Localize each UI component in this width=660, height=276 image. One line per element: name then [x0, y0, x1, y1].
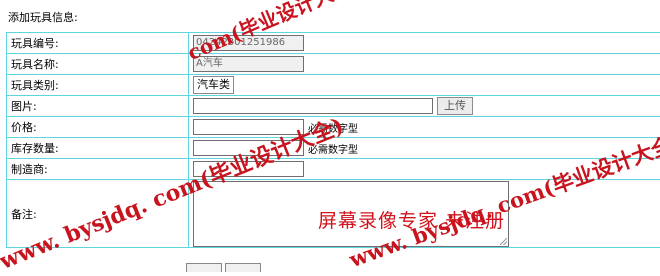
form-row-image: 图片: 上传	[7, 96, 660, 117]
stock-input[interactable]	[193, 140, 304, 156]
toy-category-cell: 汽车类	[189, 75, 660, 96]
form-actions	[186, 262, 264, 275]
price-label: 价格:	[7, 117, 189, 138]
toy-category-select[interactable]: 汽车类	[193, 76, 234, 94]
form-row-toy-category: 玩具类别: 汽车类	[7, 75, 660, 96]
manufacturer-input[interactable]	[193, 161, 304, 177]
toy-id-input[interactable]: 04242301251986	[193, 35, 304, 51]
form-row-price: 价格: 必需数字型	[7, 117, 660, 138]
toy-category-label: 玩具类别:	[7, 75, 189, 96]
form-row-stock: 库存数量: 必需数字型	[7, 138, 660, 159]
submit-button[interactable]	[186, 263, 222, 272]
reset-button[interactable]	[225, 263, 261, 272]
stock-hint: 必需数字型	[308, 145, 358, 156]
manufacturer-cell	[189, 159, 660, 180]
upload-button[interactable]: 上传	[437, 97, 473, 115]
image-path-input[interactable]	[193, 98, 433, 114]
toy-name-label: 玩具名称:	[7, 54, 189, 75]
price-input[interactable]	[193, 119, 304, 135]
page-title: 添加玩具信息:	[8, 9, 78, 25]
manufacturer-label: 制造商:	[7, 159, 189, 180]
toy-id-cell: 04242301251986	[189, 33, 660, 54]
form-row-manufacturer: 制造商:	[7, 159, 660, 180]
price-cell: 必需数字型	[189, 117, 660, 138]
toy-name-cell: A汽车	[189, 54, 660, 75]
stock-cell: 必需数字型	[189, 138, 660, 159]
notes-label: 备注:	[7, 180, 189, 248]
toy-name-input[interactable]: A汽车	[193, 56, 304, 72]
recorder-watermark: 屏幕录像专家 未注册	[318, 206, 505, 233]
form-row-toy-id: 玩具编号: 04242301251986	[7, 33, 660, 54]
toy-id-label: 玩具编号:	[7, 33, 189, 54]
price-hint: 必需数字型	[308, 124, 358, 135]
image-cell: 上传	[189, 96, 660, 117]
resize-grip-icon[interactable]	[500, 238, 507, 245]
image-label: 图片:	[7, 96, 189, 117]
form-row-toy-name: 玩具名称: A汽车	[7, 54, 660, 75]
stock-label: 库存数量:	[7, 138, 189, 159]
